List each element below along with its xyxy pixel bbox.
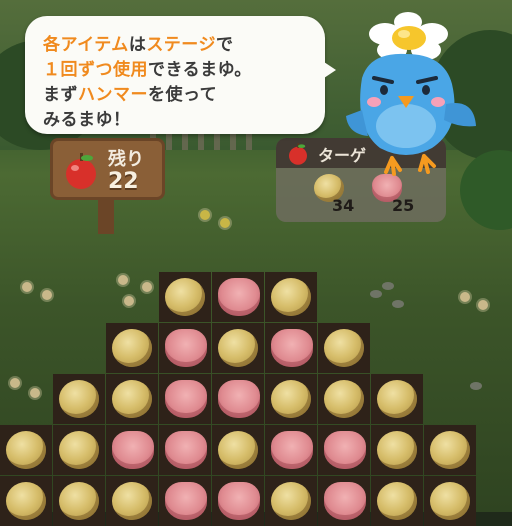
cookie-piece[interactable]	[165, 278, 205, 316]
apple-icon	[289, 143, 307, 165]
dialog-text: を使って	[148, 85, 218, 105]
cookie-piece[interactable]	[112, 380, 152, 418]
decor-flower	[22, 282, 32, 292]
cookie-piece[interactable]	[377, 482, 417, 520]
dialog-highlight: 各アイテム	[43, 35, 129, 55]
decor-flower	[30, 388, 40, 398]
tutorial-speech-bubble[interactable]: 各アイテムはステージで １回ずつ使用できるまゆ。 まずハンマーを使って みるまゆ…	[25, 16, 325, 134]
decor-flower	[200, 210, 210, 220]
bird-mascot	[346, 12, 476, 176]
tulip-piece[interactable]	[218, 278, 260, 316]
tulip-piece[interactable]	[165, 329, 207, 367]
dialog-highlight: ステージ	[146, 35, 216, 55]
decor-flower	[42, 290, 52, 300]
decor-stone	[392, 300, 404, 308]
decor-flower	[118, 275, 128, 285]
decor-flower	[10, 378, 20, 388]
cookie-piece[interactable]	[271, 380, 311, 418]
tulip-piece[interactable]	[165, 482, 207, 520]
cookie-piece[interactable]	[6, 431, 46, 469]
tulip-piece[interactable]	[271, 329, 313, 367]
cookie-piece[interactable]	[324, 380, 364, 418]
decor-flower	[220, 218, 230, 228]
decor-stone	[470, 382, 482, 390]
apple-icon	[66, 153, 96, 189]
decor-flower	[124, 296, 134, 306]
dialog-text: できるまゆ。	[148, 60, 252, 80]
tulip-piece[interactable]	[218, 380, 260, 418]
moves-label: 残り	[108, 149, 144, 170]
decor-flower	[460, 292, 470, 302]
cookie-piece[interactable]	[59, 482, 99, 520]
tulip-piece[interactable]	[165, 380, 207, 418]
cookie-piece[interactable]	[112, 482, 152, 520]
cookie-piece[interactable]	[430, 431, 470, 469]
dialog-highlight: ハンマー	[78, 85, 148, 105]
decor-stone	[370, 290, 382, 298]
cookie-piece[interactable]	[112, 329, 152, 367]
cookie-piece[interactable]	[6, 482, 46, 520]
cookie-piece[interactable]	[271, 278, 311, 316]
decor-flower	[478, 300, 488, 310]
dialog-text: まず	[43, 85, 78, 105]
tulip-piece[interactable]	[324, 431, 366, 469]
dialog-line-4: みるまゆ！	[43, 110, 131, 130]
tulip-piece[interactable]	[271, 431, 313, 469]
tulip-piece[interactable]	[165, 431, 207, 469]
cookie-piece[interactable]	[59, 380, 99, 418]
dialog-line-2: １回ずつ使用できるまゆ。	[43, 55, 252, 80]
cookie-piece[interactable]	[271, 482, 311, 520]
tulip-piece[interactable]	[112, 431, 154, 469]
cookie-piece[interactable]	[218, 329, 258, 367]
decor-flower	[142, 282, 152, 292]
cookie-piece[interactable]	[377, 431, 417, 469]
cookie-piece[interactable]	[218, 431, 258, 469]
moves-counter: 残り 22	[50, 138, 165, 200]
moves-sign-post	[98, 198, 114, 234]
cookie-piece[interactable]	[430, 482, 470, 520]
decor-stone	[382, 282, 394, 290]
dialog-highlight: １回ずつ使用	[43, 60, 148, 80]
tulip-piece[interactable]	[324, 482, 366, 520]
cookie-piece[interactable]	[377, 380, 417, 418]
speech-bubble-tail	[318, 58, 336, 82]
flower-hat-icon	[369, 12, 448, 60]
cookie-piece[interactable]	[59, 431, 99, 469]
dialog-text: は	[128, 35, 147, 55]
target-cookie-count: 34	[332, 196, 355, 215]
target-tulip-count: 25	[392, 196, 415, 215]
moves-count: 22	[108, 169, 139, 194]
tulip-piece[interactable]	[218, 482, 260, 520]
dialog-text: で	[215, 35, 234, 55]
dialog-line-3: まずハンマーを使って	[43, 80, 217, 105]
cookie-piece[interactable]	[324, 329, 364, 367]
dialog-line-1: 各アイテムはステージで	[43, 30, 233, 55]
